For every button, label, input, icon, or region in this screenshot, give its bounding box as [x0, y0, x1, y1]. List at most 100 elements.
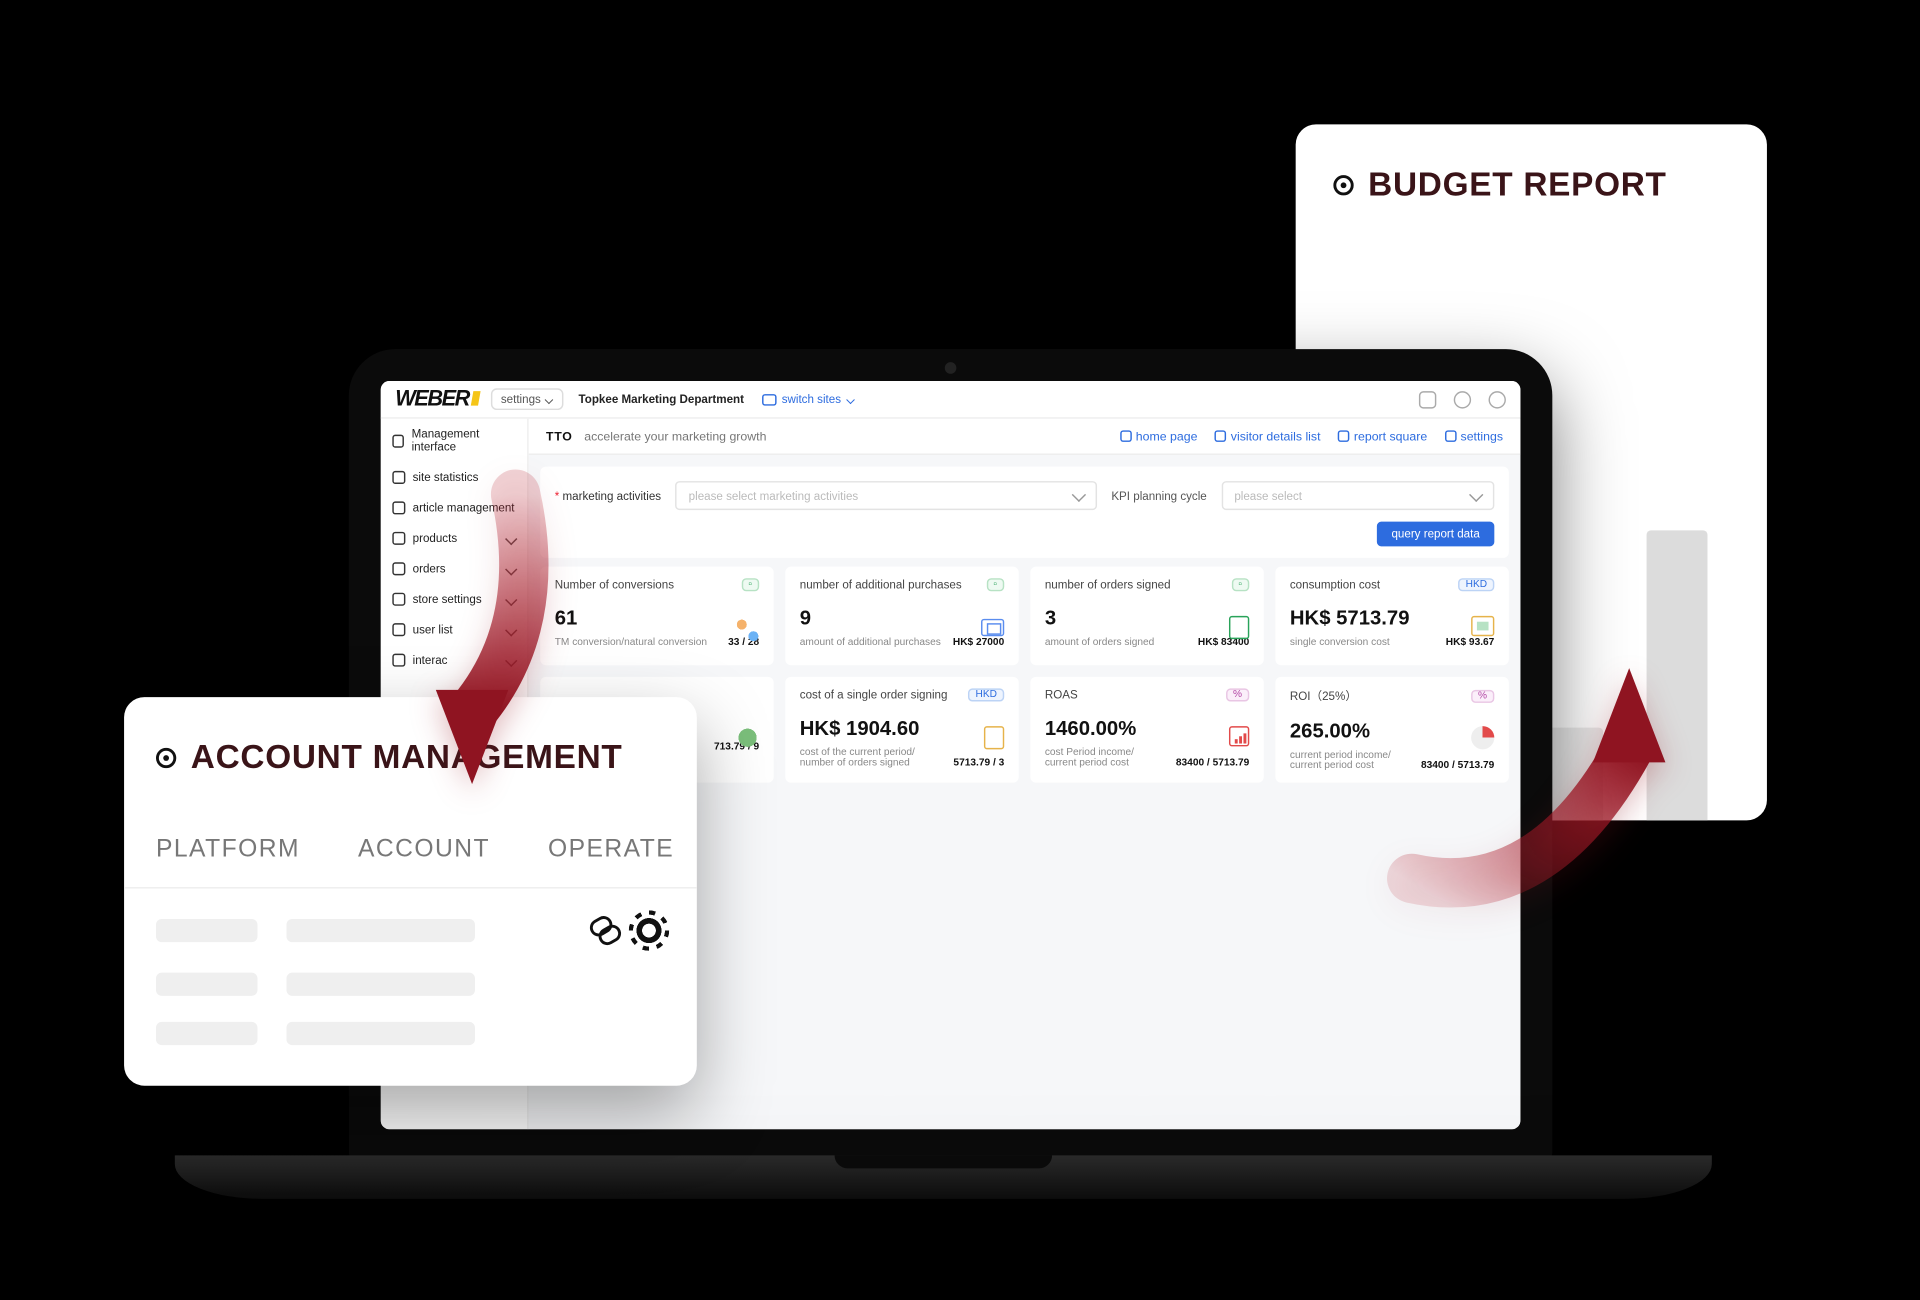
link-settings[interactable]: settings: [1445, 429, 1503, 444]
money-icon: [1471, 616, 1494, 636]
sidebar-item-management[interactable]: Management interface: [381, 419, 527, 463]
chevron-down-icon: [505, 593, 517, 605]
store-icon: [392, 593, 405, 606]
pct-tag: %: [1471, 690, 1495, 703]
logo: WEBER: [395, 387, 479, 412]
bullet-icon: [1333, 174, 1353, 194]
kpi-select[interactable]: please select: [1221, 481, 1494, 510]
hkd-tag: HKD: [968, 688, 1004, 701]
bag-icon: [392, 562, 405, 575]
sidebar-item-stats[interactable]: site statistics: [381, 462, 527, 492]
person-coin-icon: [736, 726, 759, 749]
chevron-down-icon: [505, 624, 517, 636]
home-icon: [1120, 430, 1132, 442]
barchart-icon: [1229, 726, 1249, 746]
org-name: Topkee Marketing Department: [579, 393, 744, 406]
switch-sites-link[interactable]: switch sites: [761, 393, 855, 406]
th-account: ACCOUNT: [358, 835, 490, 864]
marketing-label: marketing activities: [555, 489, 661, 502]
query-button[interactable]: query report data: [1377, 522, 1494, 547]
settings-label: settings: [501, 393, 541, 406]
account-management-card: ACCOUNT MANAGEMENT PLATFORM ACCOUNT OPER…: [124, 697, 697, 1086]
laptop-base: [175, 1155, 1712, 1199]
card-orders: number of orders signed▫ 3 amount of ord…: [1030, 567, 1263, 666]
budget-title: BUDGET REPORT: [1368, 165, 1666, 204]
account-headers: PLATFORM ACCOUNT OPERATE: [156, 835, 665, 864]
th-operate: OPERATE: [548, 835, 674, 864]
chevron-down-icon: [545, 395, 554, 404]
help-icon[interactable]: [1454, 390, 1471, 407]
pct-tag: %: [1226, 688, 1250, 701]
link-visitors[interactable]: visitor details list: [1215, 429, 1321, 444]
chevron-down-icon: [505, 654, 517, 666]
list-icon: [1215, 430, 1227, 442]
card-value: HK$ 1904.60: [800, 716, 1004, 739]
cart-icon: [981, 619, 1004, 636]
filters-panel: marketing activities please select marke…: [540, 467, 1509, 558]
pie-icon: [1471, 726, 1494, 749]
doc-icon: [392, 501, 405, 514]
count-tag: ▫: [1231, 578, 1249, 591]
share-icon[interactable]: [1419, 390, 1436, 407]
card-roas: ROAS% 1460.00% cost Period income/ curre…: [1030, 677, 1263, 783]
box-icon: [392, 532, 405, 545]
sidebar-item-products[interactable]: products: [381, 523, 527, 553]
card-value: 61: [555, 606, 759, 629]
kpi-label: KPI planning cycle: [1111, 489, 1206, 502]
placeholder: [156, 1022, 257, 1045]
account-title: ACCOUNT MANAGEMENT: [191, 738, 623, 777]
card-roi: ROI（25%）% 265.00% current period income/…: [1275, 677, 1508, 783]
placeholder: [286, 973, 475, 996]
card-conversions: Number of conversions▫ 61 TM conversion/…: [540, 567, 773, 666]
gear-icon[interactable]: [1489, 390, 1506, 407]
interact-icon: [392, 654, 405, 667]
doc-check-icon: [1229, 616, 1249, 639]
bar: [1647, 530, 1708, 820]
card-additional: number of additional purchases▫ 9 amount…: [785, 567, 1018, 666]
hkd-tag: HKD: [1458, 578, 1494, 591]
switch-sites-label: switch sites: [782, 393, 841, 406]
tto-badge: TTO: [546, 429, 573, 444]
settings-dropdown[interactable]: settings: [491, 388, 564, 410]
sidebar-item-userlist[interactable]: user list: [381, 614, 527, 644]
report-icon: [1338, 430, 1350, 442]
placeholder: [286, 1022, 475, 1045]
chevron-down-icon: [847, 395, 856, 404]
card-value: HK$ 5713.79: [1290, 606, 1494, 629]
link-reports[interactable]: report square: [1338, 429, 1427, 444]
placeholder: [156, 919, 257, 942]
gear-icon: [1445, 430, 1457, 442]
sidebar-item-interac[interactable]: interac: [381, 645, 527, 675]
tagline: accelerate your marketing growth: [584, 429, 766, 444]
placeholder: [156, 973, 257, 996]
table-row: [156, 1022, 665, 1045]
home-icon: [392, 434, 404, 447]
divider: [124, 887, 697, 888]
marketing-select[interactable]: please select marketing activities: [676, 481, 1097, 510]
link-icon[interactable]: [590, 915, 622, 947]
placeholder: [286, 919, 475, 942]
card-consumption: consumption costHKD HK$ 5713.79 single c…: [1275, 567, 1508, 666]
gear-icon[interactable]: [633, 915, 665, 947]
sidebar-item-orders[interactable]: orders: [381, 554, 527, 584]
table-row: [156, 915, 665, 947]
rings-icon: [733, 616, 759, 642]
chevron-down-icon: [505, 563, 517, 575]
chevron-down-icon: [505, 532, 517, 544]
monitor-icon: [761, 393, 776, 405]
chart-icon: [392, 471, 405, 484]
camera-dot: [945, 362, 957, 374]
sidebar-item-store[interactable]: store settings: [381, 584, 527, 614]
topbar: WEBER settings Topkee Marketing Departme…: [381, 381, 1521, 419]
table-row: [156, 973, 665, 996]
sidebar-item-article[interactable]: article management: [381, 493, 527, 523]
card-value: 1460.00%: [1045, 716, 1249, 739]
count-tag: ▫: [986, 578, 1004, 591]
link-home[interactable]: home page: [1120, 429, 1198, 444]
count-tag: ▫: [741, 578, 759, 591]
contract-icon: [984, 726, 1004, 749]
card-value: 3: [1045, 606, 1249, 629]
subheader: TTO accelerate your marketing growth hom…: [529, 419, 1521, 455]
user-icon: [392, 623, 405, 636]
card-value: 9: [800, 606, 1004, 629]
